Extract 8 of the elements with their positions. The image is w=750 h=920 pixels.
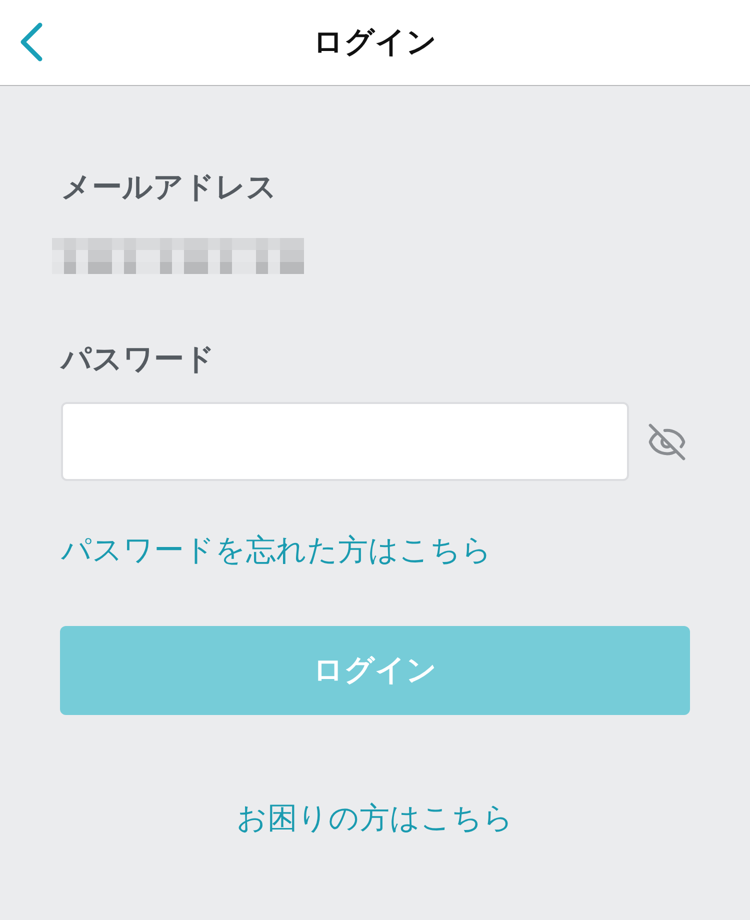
email-label: メールアドレス: [61, 169, 278, 207]
page-title: ログイン: [313, 24, 437, 62]
help-link[interactable]: お困りの方はこちら: [236, 799, 514, 839]
forgot-password-link[interactable]: パスワードを忘れた方はこちら: [61, 531, 492, 571]
eye-slash-icon: [647, 422, 688, 462]
back-chevron-icon: [18, 22, 44, 62]
password-field[interactable]: [61, 402, 630, 481]
password-label: パスワード: [61, 341, 216, 379]
